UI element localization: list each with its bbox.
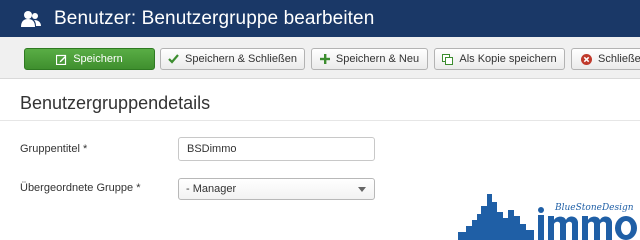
group-title-label: Gruppentitel *: [20, 143, 88, 155]
save-copy-button-label: Als Kopie speichern: [459, 53, 557, 65]
edit-icon: [56, 54, 67, 65]
parent-group-select[interactable]: - Manager: [178, 178, 375, 200]
save-button-label: Speichern: [73, 53, 123, 65]
save-new-button-label: Speichern & Neu: [335, 53, 420, 65]
plus-icon: [319, 54, 330, 64]
close-button[interactable]: Schließen: [571, 48, 640, 70]
copy-icon: [442, 53, 454, 65]
save-close-button[interactable]: Speichern & Schließen: [160, 48, 305, 70]
save-new-button[interactable]: Speichern & Neu: [311, 48, 428, 70]
save-copy-button[interactable]: Als Kopie speichern: [434, 48, 565, 70]
chevron-down-icon: [358, 187, 366, 192]
save-close-button-label: Speichern & Schließen: [185, 53, 297, 65]
close-icon: [581, 53, 592, 65]
parent-group-label: Übergeordnete Gruppe *: [20, 182, 141, 194]
bluestone-logo: [458, 188, 640, 240]
divider: [0, 120, 640, 121]
close-button-label: Schließen: [598, 53, 640, 65]
toolbar: Speichern Speichern & Schließen Speicher…: [0, 37, 640, 79]
users-icon: [20, 8, 42, 30]
parent-group-selected: - Manager: [186, 183, 237, 195]
page-header: Benutzer: Benutzergruppe bearbeiten: [0, 0, 640, 37]
save-button[interactable]: Speichern: [24, 48, 155, 70]
group-title-input[interactable]: [178, 137, 375, 161]
check-icon: [168, 54, 179, 64]
section-title: Benutzergruppendetails: [20, 93, 211, 113]
page-title: Benutzer: Benutzergruppe bearbeiten: [54, 7, 375, 29]
logo-script-text: BlueStoneDesign: [555, 203, 634, 213]
